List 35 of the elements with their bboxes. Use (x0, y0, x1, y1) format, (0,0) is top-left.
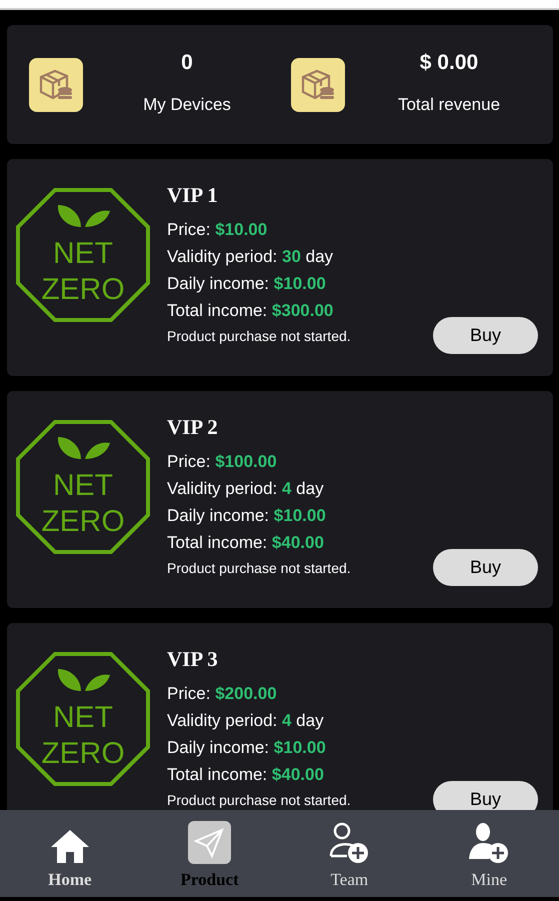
buy-button[interactable]: Buy (433, 549, 538, 586)
buy-button[interactable]: Buy (433, 317, 538, 354)
user-add-icon (329, 821, 370, 864)
purchase-status: Product purchase not started. (167, 328, 351, 344)
purchase-status: Product purchase not started. (167, 560, 351, 576)
product-detail: Price: $10.00 (167, 219, 268, 241)
paper-plane-icon (188, 821, 232, 864)
nav-tab[interactable]: Team (280, 810, 420, 897)
nav-tab[interactable]: Home (0, 810, 140, 897)
product-detail: Price: $200.00 (167, 683, 278, 705)
net-zero-logo: NET ZERO (15, 187, 151, 323)
net-zero-logo: NET ZERO (15, 419, 151, 555)
product-detail: Total income: $40.00 (167, 764, 325, 786)
stat-value: $ 0.00 (420, 50, 478, 74)
product-title: VIP 1 (167, 183, 219, 208)
stat-label: Total revenue (398, 94, 500, 114)
product-detail: Total income: $300.00 (167, 300, 334, 322)
product-detail: Validity period: 4 day (167, 478, 325, 500)
nav-tab[interactable]: Mine (419, 810, 559, 897)
product-detail: Daily income: $10.00 (167, 737, 327, 759)
stat-value: 0 (181, 50, 193, 74)
product-detail: Validity period: 30 day (167, 246, 334, 268)
home-icon (50, 828, 90, 864)
product-detail: Total income: $40.00 (167, 532, 325, 554)
product-title: VIP 2 (167, 415, 219, 440)
buy-button[interactable]: Buy (433, 781, 538, 811)
user-add-icon (469, 821, 510, 864)
product-detail: Validity period: 4 day (167, 710, 325, 732)
net-zero-logo: NET ZERO (15, 651, 151, 787)
product-detail: Daily income: $10.00 (167, 273, 327, 295)
product-title: VIP 3 (167, 647, 219, 672)
purchase-status: Product purchase not started. (167, 792, 351, 808)
product-detail: Daily income: $10.00 (167, 505, 327, 527)
product-detail: Price: $100.00 (167, 451, 278, 473)
stat-label: My Devices (143, 94, 231, 114)
